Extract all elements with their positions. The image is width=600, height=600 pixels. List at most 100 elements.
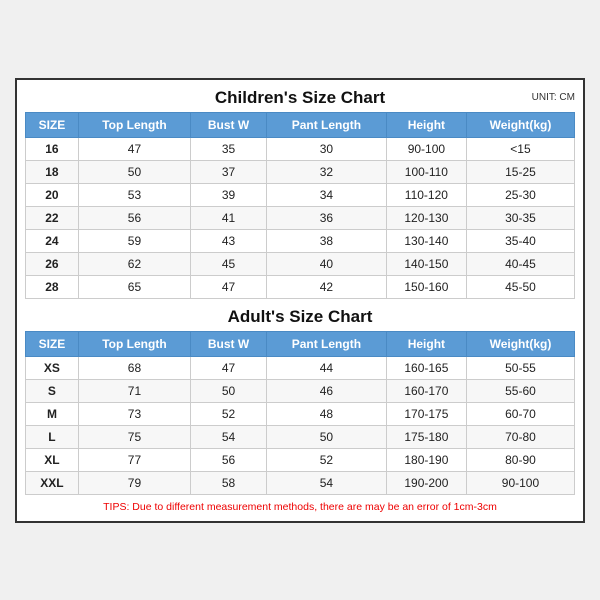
table-cell: 37 — [191, 160, 267, 183]
adult-col-weight: Weight(kg) — [466, 331, 574, 356]
adult-table: SIZE Top Length Bust W Pant Length Heigh… — [25, 331, 575, 495]
chart-container: Children's Size Chart UNIT: CM SIZE Top … — [15, 78, 585, 523]
table-row: XS684744160-16550-55 — [26, 356, 575, 379]
table-row: 24594338130-14035-40 — [26, 229, 575, 252]
tips-text: TIPS: Due to different measurement metho… — [103, 501, 497, 513]
adult-col-height: Height — [386, 331, 466, 356]
table-cell: 150-160 — [386, 275, 466, 298]
children-header-row: SIZE Top Length Bust W Pant Length Heigh… — [26, 112, 575, 137]
table-cell: 32 — [266, 160, 386, 183]
table-cell: 30-35 — [466, 206, 574, 229]
children-tbody: 1647353090-100<1518503732100-11015-25205… — [26, 137, 575, 298]
table-cell: 90-100 — [466, 471, 574, 494]
table-cell: 16 — [26, 137, 79, 160]
children-col-weight: Weight(kg) — [466, 112, 574, 137]
table-cell: 52 — [266, 448, 386, 471]
table-cell: 77 — [78, 448, 190, 471]
table-row: S715046160-17055-60 — [26, 379, 575, 402]
table-cell: 43 — [191, 229, 267, 252]
table-row: 22564136120-13030-35 — [26, 206, 575, 229]
children-col-bust-w: Bust W — [191, 112, 267, 137]
table-cell: 50-55 — [466, 356, 574, 379]
table-cell: 73 — [78, 402, 190, 425]
children-title: Children's Size Chart — [215, 88, 385, 108]
table-cell: 38 — [266, 229, 386, 252]
table-cell: XL — [26, 448, 79, 471]
adult-header-row: SIZE Top Length Bust W Pant Length Heigh… — [26, 331, 575, 356]
children-title-row: Children's Size Chart UNIT: CM — [25, 88, 575, 108]
table-cell: 100-110 — [386, 160, 466, 183]
children-col-height: Height — [386, 112, 466, 137]
table-row: 28654742150-16045-50 — [26, 275, 575, 298]
table-cell: XS — [26, 356, 79, 379]
table-cell: 59 — [78, 229, 190, 252]
table-cell: 42 — [266, 275, 386, 298]
table-cell: 65 — [78, 275, 190, 298]
table-cell: 34 — [266, 183, 386, 206]
table-row: 18503732100-11015-25 — [26, 160, 575, 183]
adult-col-bust-w: Bust W — [191, 331, 267, 356]
table-row: XL775652180-19080-90 — [26, 448, 575, 471]
table-cell: 50 — [191, 379, 267, 402]
table-cell: 71 — [78, 379, 190, 402]
table-cell: 56 — [78, 206, 190, 229]
table-cell: 47 — [78, 137, 190, 160]
tips-row: TIPS: Due to different measurement metho… — [25, 501, 575, 513]
table-cell: XXL — [26, 471, 79, 494]
adult-section: Adult's Size Chart SIZE Top Length Bust … — [25, 307, 575, 495]
unit-label: UNIT: CM — [532, 92, 575, 103]
children-col-size: SIZE — [26, 112, 79, 137]
table-cell: 80-90 — [466, 448, 574, 471]
table-row: L755450175-18070-80 — [26, 425, 575, 448]
adult-col-size: SIZE — [26, 331, 79, 356]
table-cell: 24 — [26, 229, 79, 252]
table-cell: 20 — [26, 183, 79, 206]
table-cell: 120-130 — [386, 206, 466, 229]
table-cell: 90-100 — [386, 137, 466, 160]
table-cell: <15 — [466, 137, 574, 160]
table-cell: 62 — [78, 252, 190, 275]
table-cell: 170-175 — [386, 402, 466, 425]
table-cell: M — [26, 402, 79, 425]
table-cell: 35-40 — [466, 229, 574, 252]
table-cell: 55-60 — [466, 379, 574, 402]
table-cell: 140-150 — [386, 252, 466, 275]
table-cell: 54 — [191, 425, 267, 448]
adult-tbody: XS684744160-16550-55S715046160-17055-60M… — [26, 356, 575, 494]
table-cell: 53 — [78, 183, 190, 206]
table-cell: 58 — [191, 471, 267, 494]
table-cell: 56 — [191, 448, 267, 471]
table-row: XXL795854190-20090-100 — [26, 471, 575, 494]
table-cell: 30 — [266, 137, 386, 160]
table-cell: 60-70 — [466, 402, 574, 425]
table-cell: L — [26, 425, 79, 448]
table-cell: 28 — [26, 275, 79, 298]
adult-title-row: Adult's Size Chart — [25, 307, 575, 327]
children-table: SIZE Top Length Bust W Pant Length Heigh… — [25, 112, 575, 299]
table-cell: 25-30 — [466, 183, 574, 206]
table-cell: 160-165 — [386, 356, 466, 379]
table-cell: 79 — [78, 471, 190, 494]
table-cell: 160-170 — [386, 379, 466, 402]
table-row: 1647353090-100<15 — [26, 137, 575, 160]
table-cell: 35 — [191, 137, 267, 160]
table-cell: 48 — [266, 402, 386, 425]
table-cell: 44 — [266, 356, 386, 379]
table-cell: 26 — [26, 252, 79, 275]
table-cell: 45-50 — [466, 275, 574, 298]
children-col-pant-length: Pant Length — [266, 112, 386, 137]
table-cell: 18 — [26, 160, 79, 183]
table-cell: 47 — [191, 275, 267, 298]
table-cell: S — [26, 379, 79, 402]
table-row: 26624540140-15040-45 — [26, 252, 575, 275]
table-cell: 15-25 — [466, 160, 574, 183]
table-cell: 22 — [26, 206, 79, 229]
table-row: M735248170-17560-70 — [26, 402, 575, 425]
adult-title: Adult's Size Chart — [228, 307, 373, 327]
table-cell: 175-180 — [386, 425, 466, 448]
table-cell: 75 — [78, 425, 190, 448]
table-cell: 180-190 — [386, 448, 466, 471]
table-cell: 40-45 — [466, 252, 574, 275]
table-cell: 47 — [191, 356, 267, 379]
table-cell: 68 — [78, 356, 190, 379]
